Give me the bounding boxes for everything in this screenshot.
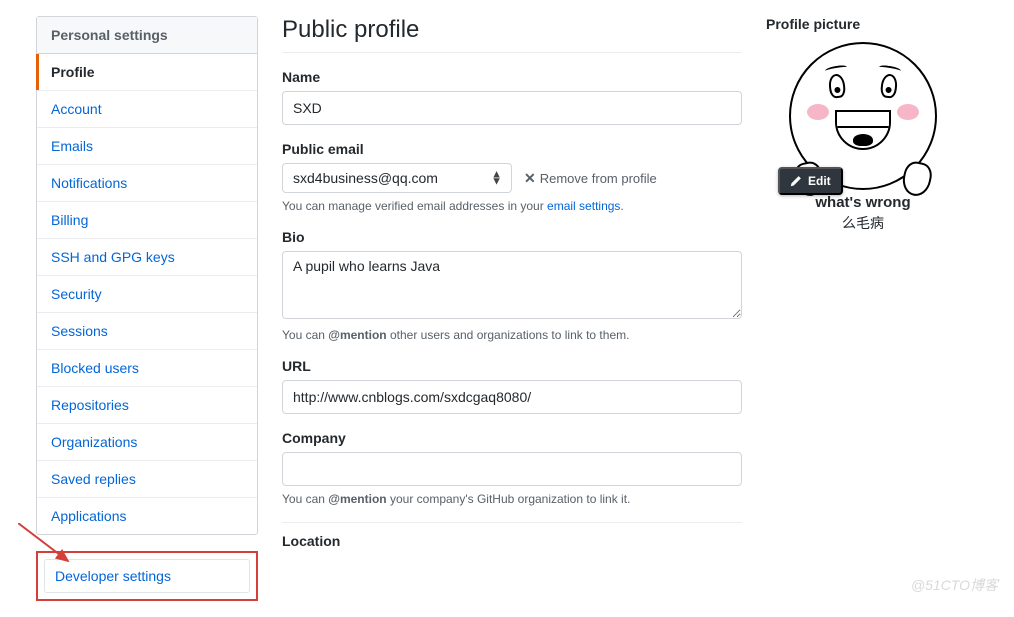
page-title: Public profile bbox=[282, 16, 742, 53]
profile-picture-heading: Profile picture bbox=[766, 16, 966, 32]
avatar-wrapper: what's wrong 么毛病 Edit bbox=[778, 42, 948, 233]
public-email-select[interactable]: sxd4business@qq.com bbox=[282, 163, 512, 193]
sidebar-item-profile[interactable]: Profile bbox=[37, 54, 257, 91]
remove-email-label: Remove from profile bbox=[540, 171, 657, 186]
email-note: You can manage verified email addresses … bbox=[282, 199, 742, 213]
location-group: Location bbox=[282, 533, 742, 549]
public-email-select-wrap: sxd4business@qq.com ▲▼ bbox=[282, 163, 512, 193]
sidebar-item-blocked-users[interactable]: Blocked users bbox=[37, 350, 257, 387]
profile-picture-panel: Profile picture what's wrong 么毛病 Edit bbox=[766, 16, 966, 601]
sidebar-item-saved-replies[interactable]: Saved replies bbox=[37, 461, 257, 498]
main-content: Public profile Name Public email sxd4bus… bbox=[282, 16, 742, 601]
sidebar-item-repositories[interactable]: Repositories bbox=[37, 387, 257, 424]
sidebar-item-ssh-gpg-keys[interactable]: SSH and GPG keys bbox=[37, 239, 257, 276]
company-input[interactable] bbox=[282, 452, 742, 486]
bio-note: You can @mention other users and organiz… bbox=[282, 328, 742, 342]
sidebar-item-security[interactable]: Security bbox=[37, 276, 257, 313]
x-icon: ✕ bbox=[524, 170, 536, 187]
name-label: Name bbox=[282, 69, 742, 85]
name-input[interactable] bbox=[282, 91, 742, 125]
url-group: URL bbox=[282, 358, 742, 414]
pencil-icon bbox=[790, 175, 802, 187]
company-note: You can @mention your company's GitHub o… bbox=[282, 492, 742, 506]
sidebar-item-emails[interactable]: Emails bbox=[37, 128, 257, 165]
avatar-subcaption: 么毛病 bbox=[778, 213, 948, 233]
public-email-label: Public email bbox=[282, 141, 742, 157]
menu-header: Personal settings bbox=[37, 17, 257, 54]
personal-settings-menu: Personal settings Profile Account Emails… bbox=[36, 16, 258, 535]
company-label: Company bbox=[282, 430, 742, 446]
settings-sidebar: Personal settings Profile Account Emails… bbox=[36, 16, 258, 601]
url-input[interactable] bbox=[282, 380, 742, 414]
email-settings-link[interactable]: email settings bbox=[547, 199, 620, 213]
sidebar-item-account[interactable]: Account bbox=[37, 91, 257, 128]
section-divider bbox=[282, 522, 742, 523]
sidebar-item-notifications[interactable]: Notifications bbox=[37, 165, 257, 202]
bio-textarea[interactable]: A pupil who learns Java bbox=[282, 251, 742, 319]
edit-avatar-label: Edit bbox=[808, 174, 831, 188]
company-group: Company You can @mention your company's … bbox=[282, 430, 742, 506]
avatar-caption: what's wrong bbox=[778, 194, 948, 211]
sidebar-item-sessions[interactable]: Sessions bbox=[37, 313, 257, 350]
sidebar-item-developer-settings[interactable]: Developer settings bbox=[44, 559, 250, 593]
bio-label: Bio bbox=[282, 229, 742, 245]
edit-avatar-button[interactable]: Edit bbox=[778, 167, 843, 195]
name-group: Name bbox=[282, 69, 742, 125]
url-label: URL bbox=[282, 358, 742, 374]
location-label: Location bbox=[282, 533, 742, 549]
public-email-group: Public email sxd4business@qq.com ▲▼ ✕ Re… bbox=[282, 141, 742, 213]
sidebar-item-billing[interactable]: Billing bbox=[37, 202, 257, 239]
remove-email-button[interactable]: ✕ Remove from profile bbox=[524, 166, 657, 191]
bio-group: Bio A pupil who learns Java You can @men… bbox=[282, 229, 742, 342]
sidebar-item-organizations[interactable]: Organizations bbox=[37, 424, 257, 461]
arrow-annotation-icon bbox=[18, 523, 74, 567]
